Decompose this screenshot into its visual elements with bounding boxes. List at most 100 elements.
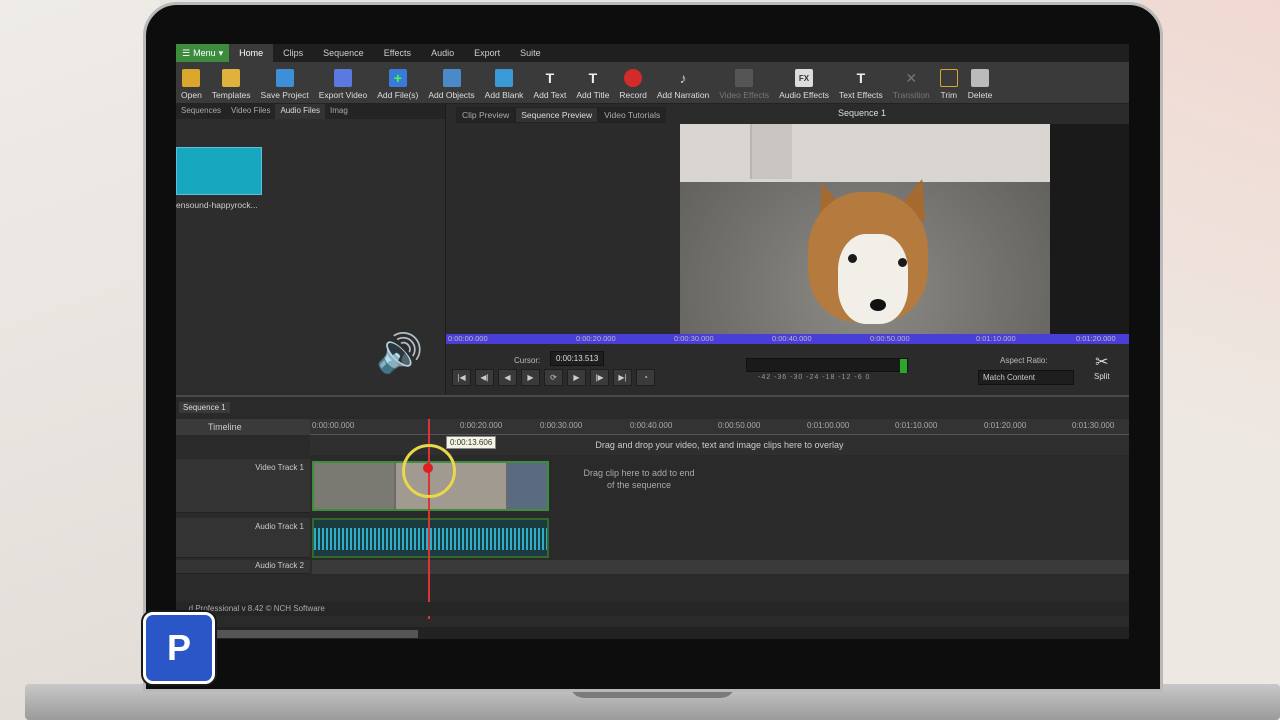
add-blank-icon bbox=[495, 69, 514, 87]
speaker-icon: 🔊 bbox=[376, 333, 424, 375]
dog-eye-right bbox=[898, 258, 907, 267]
save-icon bbox=[275, 69, 294, 87]
tab-video-files[interactable]: Video Files bbox=[226, 104, 275, 119]
app-window: ☰ Menu ▾ Home Clips Sequence Effects Audio… bbox=[176, 44, 1129, 639]
add-narration-button[interactable]: ♪ Add Narration bbox=[652, 62, 714, 103]
video-effects-icon bbox=[735, 69, 754, 87]
tab-clips[interactable]: Clips bbox=[273, 44, 313, 62]
microphone-icon: ♪ bbox=[679, 70, 687, 86]
playback-speed-icon[interactable]: ◔ bbox=[636, 369, 655, 386]
text-effects-icon: T bbox=[856, 70, 866, 86]
media-clip-thumbnail[interactable] bbox=[176, 147, 262, 195]
tab-audio-files[interactable]: Audio Files bbox=[275, 104, 326, 119]
tab-home[interactable]: Home bbox=[229, 44, 274, 62]
ribbon-tabs: ☰ Menu ▾ Home Clips Sequence Effects Audio… bbox=[176, 44, 1129, 62]
playhead-tooltip: 0:00:13.606 bbox=[446, 436, 497, 449]
folder-open-icon bbox=[182, 69, 201, 87]
status-bar: ...d Professional v 8.42 © NCH Software bbox=[176, 602, 1129, 616]
letterbox bbox=[1050, 124, 1129, 334]
add-objects-button[interactable]: Add Objects bbox=[423, 62, 479, 103]
aspect-ratio-label: Aspect Ratio: bbox=[1000, 356, 1048, 365]
cursor-value: 0:00:13.513 bbox=[550, 351, 605, 366]
audio-track-2-lane[interactable] bbox=[312, 560, 1129, 574]
add-text-button[interactable]: T Add Text bbox=[528, 62, 571, 103]
export-icon bbox=[334, 69, 352, 87]
split-button[interactable]: ✂ Split bbox=[1094, 352, 1110, 381]
audio-track-1-header: Audio Track 1 bbox=[176, 518, 310, 558]
go-to-start-icon[interactable]: |◀ bbox=[452, 369, 471, 386]
templates-button[interactable]: Templates bbox=[207, 62, 256, 103]
add-blank-button[interactable]: Add Blank bbox=[480, 62, 529, 103]
tab-video-tutorials[interactable]: Video Tutorials bbox=[598, 107, 667, 123]
templates-icon bbox=[222, 69, 241, 87]
trim-button[interactable]: Trim bbox=[935, 62, 963, 103]
tab-export[interactable]: Export bbox=[464, 44, 510, 62]
trash-icon bbox=[971, 69, 990, 87]
timeline-ruler[interactable]: 0:00:00.000 0:00:20.000 0:00:30.000 0:00… bbox=[310, 419, 1129, 435]
next-frame-icon[interactable]: |▶ bbox=[590, 369, 609, 386]
sequence-title: Sequence 1 bbox=[838, 108, 887, 118]
save-project-button[interactable]: Save Project bbox=[256, 62, 314, 103]
audio-effects-button[interactable]: FX Audio Effects bbox=[774, 62, 834, 103]
meter-level bbox=[900, 359, 907, 373]
trim-icon bbox=[939, 69, 958, 87]
dog-eye-left bbox=[848, 254, 857, 263]
timeline-header[interactable]: Timeline bbox=[176, 419, 310, 435]
add-files-icon: + bbox=[388, 69, 407, 87]
audio-effects-icon: FX bbox=[795, 69, 814, 87]
rewind-icon[interactable]: ◀ bbox=[498, 369, 517, 386]
dog-nose bbox=[870, 299, 886, 311]
tab-sequences[interactable]: Sequences bbox=[176, 104, 226, 119]
tab-images[interactable]: Imag bbox=[325, 104, 353, 119]
media-bin: Sequences Video Files Audio Files Imag e… bbox=[176, 104, 446, 394]
timeline-scrollbar[interactable] bbox=[176, 627, 1129, 639]
open-button[interactable]: Open bbox=[176, 62, 207, 103]
sequence-tab[interactable]: Sequence 1 bbox=[179, 402, 230, 413]
transition-icon: ✕ bbox=[905, 69, 918, 86]
media-bin-tabs: Sequences Video Files Audio Files Imag bbox=[176, 104, 445, 119]
record-button[interactable]: Record bbox=[614, 62, 651, 103]
export-video-button[interactable]: Export Video bbox=[314, 62, 373, 103]
scissors-icon: ✂ bbox=[1095, 354, 1109, 371]
menu-button[interactable]: ☰ Menu ▾ bbox=[176, 44, 230, 62]
video-effects-button[interactable]: Video Effects bbox=[714, 62, 774, 103]
transition-button[interactable]: ✕ Transition bbox=[888, 62, 935, 103]
transport-controls: |◀ ◀| ◀ ▶ ⟳ ▶ |▶ ▶| ◔ bbox=[452, 369, 655, 386]
media-clip-name: ensound-happyrock... bbox=[176, 200, 258, 210]
add-files-button[interactable]: + Add File(s) bbox=[372, 62, 423, 103]
delete-button[interactable]: Delete bbox=[963, 62, 998, 103]
tab-effects[interactable]: Effects bbox=[374, 44, 421, 62]
add-title-button[interactable]: T Add Title bbox=[571, 62, 614, 103]
aspect-ratio-select[interactable]: Match Content bbox=[978, 370, 1074, 385]
go-to-end-icon[interactable]: ▶| bbox=[613, 369, 632, 386]
preview-panel: Clip Preview Sequence Preview Video Tuto… bbox=[446, 104, 1129, 394]
fast-forward-icon[interactable]: ▶ bbox=[567, 369, 586, 386]
tab-clip-preview[interactable]: Clip Preview bbox=[456, 107, 516, 123]
background-left bbox=[0, 0, 160, 720]
text-effects-button[interactable]: T Text Effects bbox=[834, 62, 888, 103]
end-of-sequence-drop-hint[interactable]: Drag clip here to add to end of the sequ… bbox=[579, 467, 699, 491]
previous-frame-icon[interactable]: ◀| bbox=[475, 369, 494, 386]
tab-sequence-preview[interactable]: Sequence Preview bbox=[515, 107, 599, 123]
audio-waveform bbox=[314, 528, 547, 550]
loop-icon[interactable]: ⟳ bbox=[544, 369, 563, 386]
add-objects-icon bbox=[442, 69, 461, 87]
tab-suite[interactable]: Suite bbox=[510, 44, 551, 62]
preview-ruler[interactable]: 0:00:00.000 0:00:20.000 0:00:30.000 0:00… bbox=[446, 334, 1129, 344]
play-icon[interactable]: ▶ bbox=[521, 369, 540, 386]
wall bbox=[680, 124, 1050, 182]
preview-tabs: Clip Preview Sequence Preview Video Tuto… bbox=[456, 107, 667, 123]
text-icon: T bbox=[545, 70, 555, 86]
tab-sequence[interactable]: Sequence bbox=[313, 44, 374, 62]
chevron-down-icon: ▾ bbox=[218, 47, 224, 58]
channel-logo: P bbox=[143, 612, 215, 684]
dog-face bbox=[838, 234, 908, 324]
meter-ticks: -42 -36 -30 -24 -18 -12 -6 0 bbox=[758, 374, 871, 381]
audio-clip[interactable] bbox=[312, 518, 549, 558]
video-track-1-header: Video Track 1 bbox=[176, 459, 310, 513]
tab-audio[interactable]: Audio bbox=[421, 44, 464, 62]
cursor-label: Cursor: bbox=[514, 356, 541, 365]
menu-icon: ☰ bbox=[182, 47, 191, 58]
playhead-handle[interactable] bbox=[423, 463, 433, 473]
title-icon: T bbox=[588, 70, 598, 86]
